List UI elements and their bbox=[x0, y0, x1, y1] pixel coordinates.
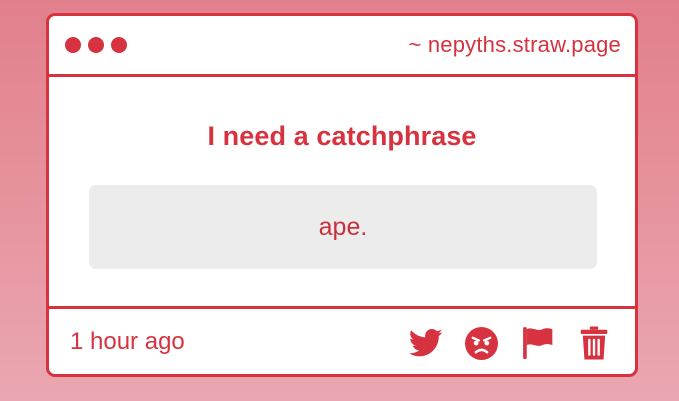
twitter-icon bbox=[408, 328, 442, 357]
flag-icon bbox=[522, 327, 552, 359]
answer-box: ape. bbox=[89, 185, 597, 269]
answer-text: ape. bbox=[318, 212, 368, 241]
delete-button[interactable] bbox=[576, 326, 611, 361]
react-angry-button[interactable] bbox=[464, 326, 499, 361]
tweet-button[interactable] bbox=[408, 326, 443, 361]
window-controls bbox=[65, 37, 127, 53]
window-titlebar: ~ nepyths.straw.page bbox=[49, 16, 635, 77]
message-content: I need a catchphrase ape. bbox=[49, 77, 635, 309]
timestamp: 1 hour ago bbox=[70, 328, 185, 355]
window-dot bbox=[65, 37, 81, 53]
window-dot bbox=[111, 37, 127, 53]
report-button[interactable] bbox=[520, 326, 555, 361]
card-footer: 1 hour ago bbox=[49, 309, 635, 374]
message-card: ~ nepyths.straw.page I need a catchphras… bbox=[46, 13, 638, 377]
trash-icon bbox=[580, 326, 607, 360]
window-dot bbox=[88, 37, 104, 53]
page-url: ~ nepyths.straw.page bbox=[408, 32, 621, 57]
question-text: I need a catchphrase bbox=[207, 121, 477, 151]
action-bar bbox=[408, 326, 611, 361]
angry-face-icon bbox=[465, 326, 498, 360]
